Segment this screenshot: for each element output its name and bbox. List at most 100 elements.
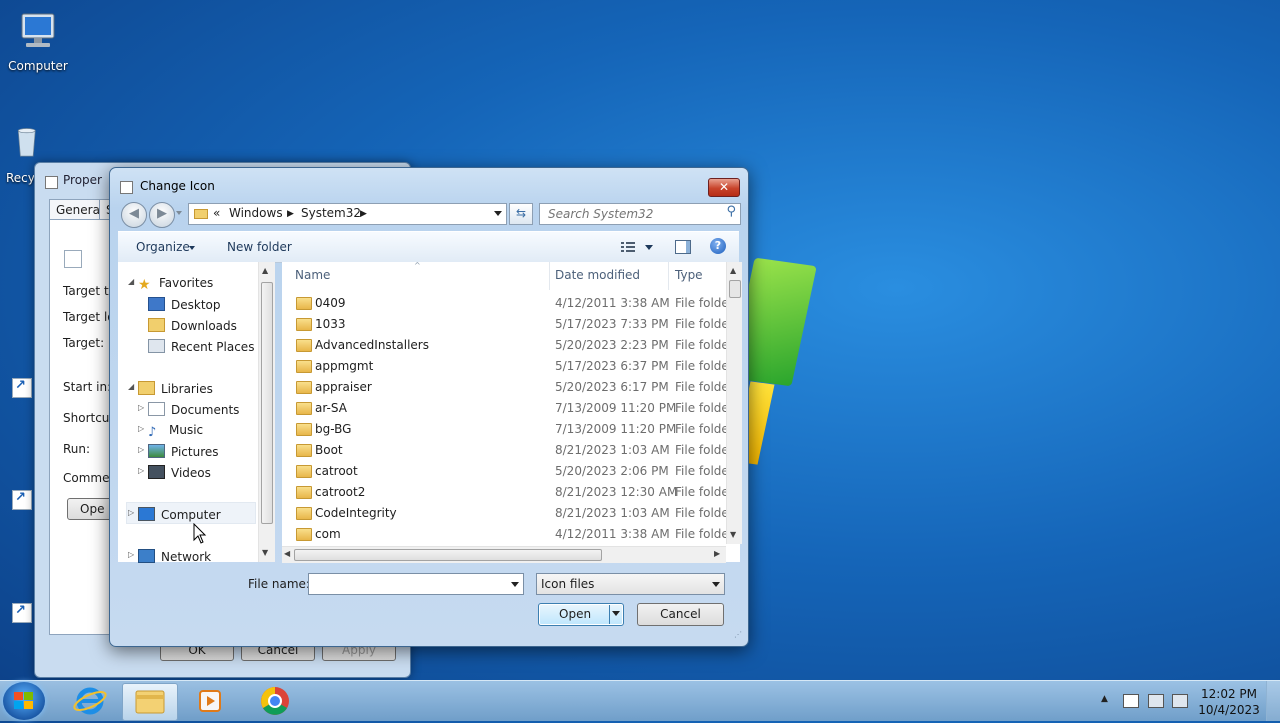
help-icon[interactable]: ? bbox=[710, 238, 726, 254]
collapse-triangle-icon[interactable]: ◢ bbox=[128, 382, 134, 391]
cancel-button[interactable]: Cancel bbox=[637, 603, 724, 626]
chevron-down-icon[interactable] bbox=[645, 245, 653, 250]
file-type-select[interactable]: Icon files bbox=[536, 573, 725, 595]
column-header-type[interactable]: Type bbox=[675, 268, 703, 282]
table-row[interactable]: CodeIntegrity 8/21/2023 1:03 AM File folde bbox=[292, 503, 732, 524]
column-header-name[interactable]: Name bbox=[295, 268, 330, 282]
tree-item-music[interactable]: ♪ Music bbox=[148, 423, 204, 440]
table-row[interactable]: 1033 5/17/2023 7:33 PM File folde bbox=[292, 314, 732, 335]
chevron-down-icon[interactable] bbox=[494, 211, 502, 216]
taskbar-chrome[interactable] bbox=[248, 683, 302, 719]
tree-item-libraries[interactable]: Libraries bbox=[138, 381, 213, 396]
address-segment-system32[interactable]: System32 bbox=[301, 206, 361, 220]
column-separator[interactable] bbox=[668, 262, 669, 290]
tree-item-computer[interactable]: Computer bbox=[138, 507, 221, 522]
search-box[interactable]: ⚲ bbox=[539, 203, 741, 225]
folder-icon bbox=[296, 381, 312, 394]
navigation-scrollbar[interactable]: ▲ ▼ bbox=[258, 262, 275, 562]
desktop-icon-computer[interactable]: Computer bbox=[0, 10, 76, 73]
scrollbar-thumb[interactable] bbox=[729, 280, 741, 298]
chevron-right-icon[interactable]: ▶ bbox=[287, 209, 294, 219]
table-row[interactable]: com 4/12/2011 3:38 AM File folde bbox=[292, 524, 732, 545]
scroll-right-arrow-icon[interactable]: ▶ bbox=[714, 549, 720, 558]
scrollbar-thumb[interactable] bbox=[261, 282, 273, 524]
tree-item-videos[interactable]: Videos bbox=[148, 465, 211, 480]
expand-triangle-icon[interactable]: ▷ bbox=[138, 424, 144, 433]
table-row[interactable]: Boot 8/21/2023 1:03 AM File folde bbox=[292, 440, 732, 461]
shortcut-icon[interactable] bbox=[12, 378, 32, 398]
table-row[interactable]: appmgmt 5/17/2023 6:37 PM File folde bbox=[292, 356, 732, 377]
show-desktop-button[interactable] bbox=[1266, 681, 1280, 721]
column-separator[interactable] bbox=[549, 262, 550, 290]
table-row[interactable]: bg-BG 7/13/2009 11:20 PM File folde bbox=[292, 419, 732, 440]
expand-triangle-icon[interactable]: ▷ bbox=[138, 466, 144, 475]
tree-item-pictures[interactable]: Pictures bbox=[148, 444, 219, 459]
split-divider bbox=[609, 605, 610, 624]
file-name-cell: Boot bbox=[315, 443, 343, 457]
table-row[interactable]: catroot 5/20/2023 2:06 PM File folde bbox=[292, 461, 732, 482]
close-button[interactable]: ✕ bbox=[708, 178, 740, 197]
forward-button[interactable]: ▶ bbox=[149, 202, 175, 228]
table-row[interactable]: appraiser 5/20/2023 6:17 PM File folde bbox=[292, 377, 732, 398]
new-folder-button[interactable]: New folder bbox=[227, 240, 292, 254]
organize-menu[interactable]: Organize bbox=[136, 240, 190, 254]
tree-item-network[interactable]: Network bbox=[138, 549, 211, 564]
scrollbar-thumb[interactable] bbox=[294, 549, 602, 561]
expand-triangle-icon[interactable]: ▷ bbox=[138, 445, 144, 454]
address-bar[interactable]: « Windows ▶ System32 ▶ bbox=[188, 203, 507, 225]
column-header-date-modified[interactable]: Date modified bbox=[555, 268, 640, 282]
network-tray-icon[interactable] bbox=[1148, 694, 1164, 708]
scroll-up-arrow-icon[interactable]: ▲ bbox=[262, 266, 268, 275]
chevron-right-icon[interactable]: ▶ bbox=[360, 209, 367, 219]
taskbar-internet-explorer[interactable] bbox=[63, 683, 117, 719]
resize-grip-icon[interactable]: ⋰ bbox=[734, 630, 742, 639]
tree-item-favorites[interactable]: ★ Favorites bbox=[138, 276, 213, 293]
chevron-down-icon[interactable] bbox=[511, 582, 519, 587]
back-button[interactable]: ◀ bbox=[121, 202, 147, 228]
search-input[interactable] bbox=[546, 205, 720, 223]
tree-item-documents[interactable]: Documents bbox=[148, 402, 239, 417]
type-cell: File folde bbox=[675, 422, 729, 436]
address-overflow-chevron[interactable]: « bbox=[213, 206, 220, 220]
open-button[interactable]: Open bbox=[538, 603, 624, 626]
chevron-down-icon[interactable] bbox=[712, 582, 720, 587]
tree-item-desktop[interactable]: Desktop bbox=[148, 297, 221, 312]
chevron-down-icon[interactable] bbox=[612, 611, 620, 616]
tree-item-downloads[interactable]: Downloads bbox=[148, 318, 237, 333]
file-name-input[interactable] bbox=[312, 575, 506, 593]
type-cell: File folde bbox=[675, 296, 729, 310]
expand-triangle-icon[interactable]: ▷ bbox=[128, 550, 134, 559]
chevron-down-icon[interactable] bbox=[189, 246, 195, 250]
volume-muted-icon[interactable] bbox=[1172, 694, 1188, 708]
collapse-triangle-icon[interactable]: ◢ bbox=[128, 277, 134, 286]
table-row[interactable]: ar-SA 7/13/2009 11:20 PM File folde bbox=[292, 398, 732, 419]
start-button[interactable] bbox=[3, 682, 45, 720]
tree-label: Music bbox=[169, 423, 204, 437]
expand-triangle-icon[interactable]: ▷ bbox=[138, 403, 144, 412]
file-list-horizontal-scrollbar[interactable]: ◀ ▶ bbox=[282, 546, 726, 563]
address-segment-windows[interactable]: Windows bbox=[229, 206, 283, 220]
preview-pane-icon[interactable] bbox=[675, 240, 691, 254]
view-options-icon[interactable] bbox=[621, 242, 635, 252]
scroll-down-arrow-icon[interactable]: ▼ bbox=[730, 530, 736, 539]
file-name-combobox[interactable] bbox=[308, 573, 524, 595]
expand-triangle-icon[interactable]: ▷ bbox=[128, 508, 134, 517]
scroll-left-arrow-icon[interactable]: ◀ bbox=[284, 549, 290, 558]
shortcut-icon[interactable] bbox=[12, 490, 32, 510]
refresh-button[interactable]: ⇆ bbox=[509, 203, 533, 225]
folder-icon bbox=[296, 297, 312, 310]
file-list-vertical-scrollbar[interactable]: ▲ ▼ bbox=[726, 262, 742, 544]
scroll-up-arrow-icon[interactable]: ▲ bbox=[730, 266, 736, 275]
action-center-flag-icon[interactable] bbox=[1123, 694, 1139, 708]
shortcut-icon[interactable] bbox=[12, 603, 32, 623]
table-row[interactable]: 0409 4/12/2011 3:38 AM File folde bbox=[292, 293, 732, 314]
recent-pages-chevron-icon[interactable] bbox=[176, 211, 182, 215]
taskbar-media-player[interactable] bbox=[183, 683, 237, 719]
system-clock[interactable]: 12:02 PM 10/4/2023 bbox=[1194, 686, 1264, 718]
table-row[interactable]: AdvancedInstallers 5/20/2023 2:23 PM File … bbox=[292, 335, 732, 356]
tree-item-recent-places[interactable]: Recent Places bbox=[148, 339, 254, 354]
taskbar-windows-explorer[interactable] bbox=[122, 683, 178, 721]
show-hidden-icons-button[interactable]: ▲ bbox=[1101, 694, 1108, 704]
table-row[interactable]: catroot2 8/21/2023 12:30 AM File folde bbox=[292, 482, 732, 503]
scroll-down-arrow-icon[interactable]: ▼ bbox=[262, 548, 268, 557]
